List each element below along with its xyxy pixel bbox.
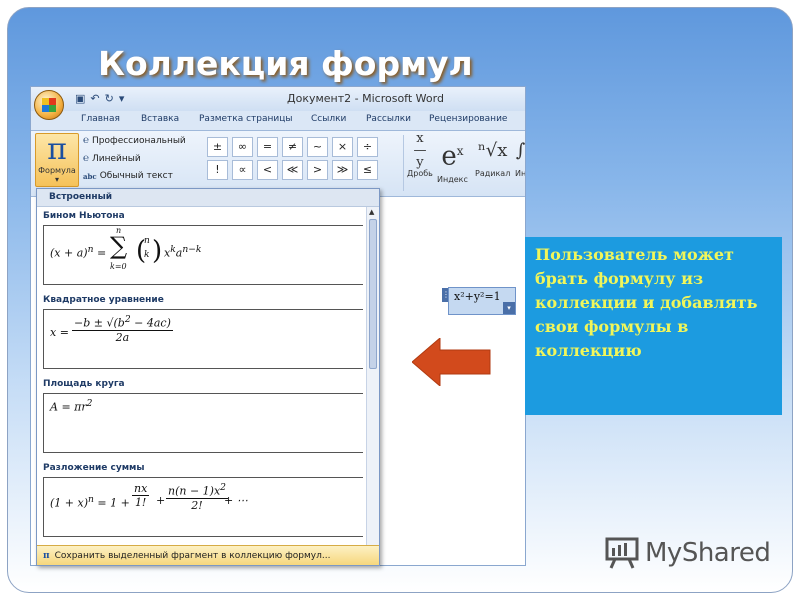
linear-format-icon: ℮: [83, 153, 90, 164]
option-normal-text[interactable]: abc Обычный текст: [83, 171, 173, 181]
symbol-button[interactable]: ∞: [232, 137, 253, 157]
qat-dropdown-icon[interactable]: ▾: [119, 92, 125, 105]
left-arrow-icon: [412, 338, 491, 386]
symbol-button[interactable]: ~: [307, 137, 328, 157]
gallery-item-quadratic[interactable]: Квадратное уравнение x = −b ± √(b2 − 4ac…: [43, 295, 363, 369]
undo-icon[interactable]: ↶: [90, 92, 99, 105]
watermark-text: MyShared: [645, 538, 771, 568]
office-button[interactable]: [34, 90, 64, 120]
tab-review[interactable]: Рецензирование: [429, 114, 507, 124]
ribbon-separator: [403, 135, 404, 191]
abc-icon: abc: [83, 171, 97, 181]
option-normal-text-label: Обычный текст: [99, 171, 173, 181]
inline-equation-text: x²+y²=1: [454, 290, 501, 303]
save-to-gallery-label: Сохранить выделенный фрагмент в коллекци…: [54, 550, 331, 561]
tab-insert[interactable]: Вставка: [141, 114, 179, 124]
gallery-item-name: Бином Ньютона: [43, 211, 125, 221]
symbol-button[interactable]: ≠: [282, 137, 303, 157]
tab-mailings[interactable]: Рассылки: [366, 114, 411, 124]
formula-gallery: Встроенный Бином Ньютона (x + a)n = ∑ n …: [36, 188, 380, 566]
save-icon[interactable]: ▣: [75, 92, 85, 105]
gallery-scrollbar[interactable]: ▲ ▼: [366, 207, 379, 553]
presentation-board-icon: [605, 537, 639, 569]
equation-options-icon[interactable]: ▾: [503, 302, 515, 314]
symbol-button[interactable]: ≪: [282, 160, 303, 180]
office-logo-icon: [42, 98, 56, 112]
formula-preview: x = −b ± √(b2 − 4ac) 2a: [43, 309, 363, 369]
callout-box: Пользователь может брать формулу из колл…: [525, 237, 782, 415]
quick-access-toolbar: ▣ ↶ ↻ ▾: [75, 92, 124, 105]
script-label: Индекс: [437, 174, 468, 184]
option-linear[interactable]: ℮ Линейный: [83, 153, 141, 164]
pi-icon: π: [47, 132, 67, 167]
symbol-button[interactable]: >: [307, 160, 328, 180]
symbol-button[interactable]: ∝: [232, 160, 253, 180]
script-icon: ex: [441, 141, 464, 172]
gallery-item-name: Квадратное уравнение: [43, 295, 164, 305]
radical-button[interactable]: ⁿ√x Радикал: [475, 133, 510, 178]
formula-preview: (1 + x)n = 1 + nx 1! + n(n − 1)x2 2! + ⋯: [43, 477, 363, 537]
tab-references[interactable]: Ссылки: [311, 114, 346, 124]
ribbon-tabs: Главная Вставка Разметка страницы Ссылки…: [31, 111, 525, 131]
tab-home[interactable]: Главная: [81, 114, 120, 124]
gallery-item-sum-expansion[interactable]: Разложение суммы (1 + x)n = 1 + nx 1! + n…: [43, 463, 363, 537]
pi-small-icon: π: [43, 550, 50, 561]
formula-label: Формула: [38, 166, 76, 175]
option-professional[interactable]: ℮ Профессиональный: [83, 135, 186, 146]
symbol-button[interactable]: ×: [332, 137, 353, 157]
symbol-button[interactable]: ≤: [357, 160, 378, 180]
fraction-label: Дробь: [407, 169, 433, 178]
option-professional-label: Профессиональный: [92, 135, 186, 146]
script-button[interactable]: ex Индекс: [437, 133, 468, 184]
gallery-item-binomial[interactable]: Бином Ньютона (x + a)n = ∑ n k=0 ( n k )…: [43, 211, 363, 285]
integral-icon: ∫: [515, 140, 526, 161]
professional-format-icon: ℮: [83, 135, 90, 146]
symbol-button[interactable]: ≫: [332, 160, 353, 180]
redo-icon[interactable]: ↻: [105, 92, 114, 105]
fraction-button[interactable]: x — y Дробь: [407, 131, 433, 178]
symbol-button[interactable]: ÷: [357, 137, 378, 157]
equation-handle-icon[interactable]: ⋮: [442, 288, 450, 302]
symbol-button[interactable]: =: [257, 137, 278, 157]
symbols-gallery: ± ∞ = ≠ ~ × ÷ ! ∝ < ≪ > ≫ ≤: [207, 137, 381, 180]
chevron-down-icon: ▾: [54, 175, 59, 184]
scrollbar-thumb[interactable]: [369, 219, 377, 369]
watermark-logo: MyShared: [605, 536, 771, 570]
gallery-item-circle-area[interactable]: Площадь круга A = πr2: [43, 379, 363, 453]
option-linear-label: Линейный: [92, 153, 141, 164]
gallery-item-name: Разложение суммы: [43, 463, 145, 473]
title-bar: ▣ ↶ ↻ ▾ Документ2 - Microsoft Word: [31, 87, 525, 111]
scroll-up-icon[interactable]: ▲: [369, 208, 374, 216]
callout-text: Пользователь может брать формулу из колл…: [535, 245, 758, 360]
formula-button[interactable]: π Формула ▾: [35, 133, 79, 187]
gallery-header: Встроенный: [37, 189, 379, 207]
symbol-button[interactable]: ±: [207, 137, 228, 157]
fraction-icon: x — y: [413, 131, 427, 170]
tab-page-layout[interactable]: Разметка страницы: [199, 114, 293, 124]
symbol-button[interactable]: <: [257, 160, 278, 180]
symbol-button[interactable]: !: [207, 160, 228, 180]
save-to-gallery-button[interactable]: π Сохранить выделенный фрагмент в коллек…: [37, 545, 379, 565]
formula-preview: A = πr2: [43, 393, 363, 453]
window-title: Документ2 - Microsoft Word: [287, 92, 444, 105]
integral-label: Ин: [515, 169, 526, 178]
inline-equation[interactable]: ⋮ x²+y²=1 ▾: [442, 287, 516, 315]
radical-icon: ⁿ√x: [477, 140, 508, 161]
integral-button[interactable]: ∫ Ин: [515, 133, 526, 178]
radical-label: Радикал: [475, 169, 511, 178]
gallery-item-name: Площадь круга: [43, 379, 125, 389]
slide-title: Коллекция формул: [98, 44, 473, 83]
formula-preview: (x + a)n = ∑ n k=0 ( n k ) xkan−k: [43, 225, 363, 285]
